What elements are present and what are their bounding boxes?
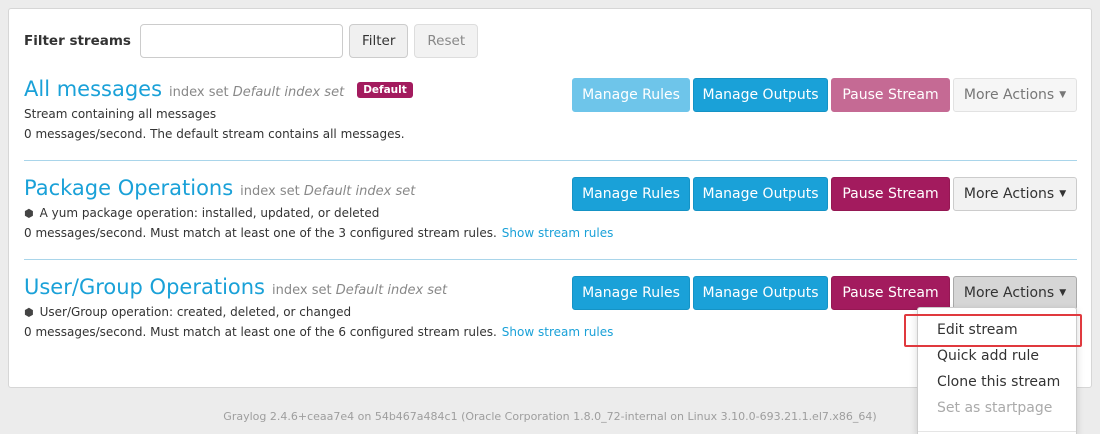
divider	[24, 160, 1077, 161]
cube-icon: ⬢	[24, 206, 34, 220]
menu-item-clone-stream[interactable]: Clone this stream	[937, 374, 1060, 390]
menu-divider	[918, 431, 1076, 432]
index-set-info: index set Default index set	[240, 184, 416, 199]
index-set-info: index set Default index set	[169, 85, 345, 100]
more-actions-button[interactable]: More Actions ▼	[953, 177, 1077, 211]
stream-stats: 0 messages/second. Must match at least o…	[24, 226, 614, 240]
highlight-box	[904, 314, 1082, 347]
manage-rules-button[interactable]: Manage Rules	[572, 276, 690, 310]
more-actions-button[interactable]: More Actions ▼	[953, 78, 1077, 112]
manage-outputs-button[interactable]: Manage Outputs	[693, 78, 828, 112]
index-set-info: index set Default index set	[272, 283, 448, 298]
pause-stream-button[interactable]: Pause Stream	[831, 177, 950, 211]
filter-button[interactable]: Filter	[348, 24, 409, 58]
caret-down-icon: ▼	[1059, 189, 1067, 199]
manage-outputs-button[interactable]: Manage Outputs	[693, 276, 828, 310]
divider	[24, 259, 1077, 260]
show-stream-rules-link[interactable]: Show stream rules	[502, 226, 614, 240]
filter-input[interactable]	[139, 24, 343, 58]
stream-name-link[interactable]: Package Operations	[24, 176, 233, 200]
stream-row: Package Operations index set Default ind…	[24, 176, 1077, 240]
filter-label: Filter streams	[24, 33, 131, 49]
stream-actions: Manage Rules Manage Outputs Pause Stream…	[572, 177, 1077, 211]
show-stream-rules-link[interactable]: Show stream rules	[502, 325, 614, 339]
cube-icon: ⬢	[24, 305, 34, 319]
stream-name-link[interactable]: All messages	[24, 77, 162, 101]
footer-version: Graylog 2.4.6+ceaa7e4 on 54b467a484c1 (O…	[223, 410, 877, 423]
manage-rules-button[interactable]: Manage Rules	[572, 78, 690, 112]
stream-name-link[interactable]: User/Group Operations	[24, 275, 265, 299]
filter-row: Filter streams Filter Reset	[24, 24, 479, 58]
pause-stream-button[interactable]: Pause Stream	[831, 78, 950, 112]
stream-stats: 0 messages/second. The default stream co…	[24, 127, 405, 141]
reset-button[interactable]: Reset	[414, 24, 479, 58]
more-actions-button[interactable]: More Actions ▼	[953, 276, 1077, 310]
caret-down-icon: ▼	[1059, 288, 1067, 298]
manage-rules-button[interactable]: Manage Rules	[572, 177, 690, 211]
stream-actions: Manage Rules Manage Outputs Pause Stream…	[572, 78, 1077, 112]
pause-stream-button[interactable]: Pause Stream	[831, 276, 950, 310]
default-badge: Default	[357, 82, 413, 98]
menu-item-quick-add-rule[interactable]: Quick add rule	[937, 348, 1039, 364]
stream-row: All messages index set Default index set…	[24, 77, 1077, 141]
stream-actions: Manage Rules Manage Outputs Pause Stream…	[572, 276, 1077, 310]
caret-down-icon: ▼	[1059, 90, 1067, 100]
manage-outputs-button[interactable]: Manage Outputs	[693, 177, 828, 211]
